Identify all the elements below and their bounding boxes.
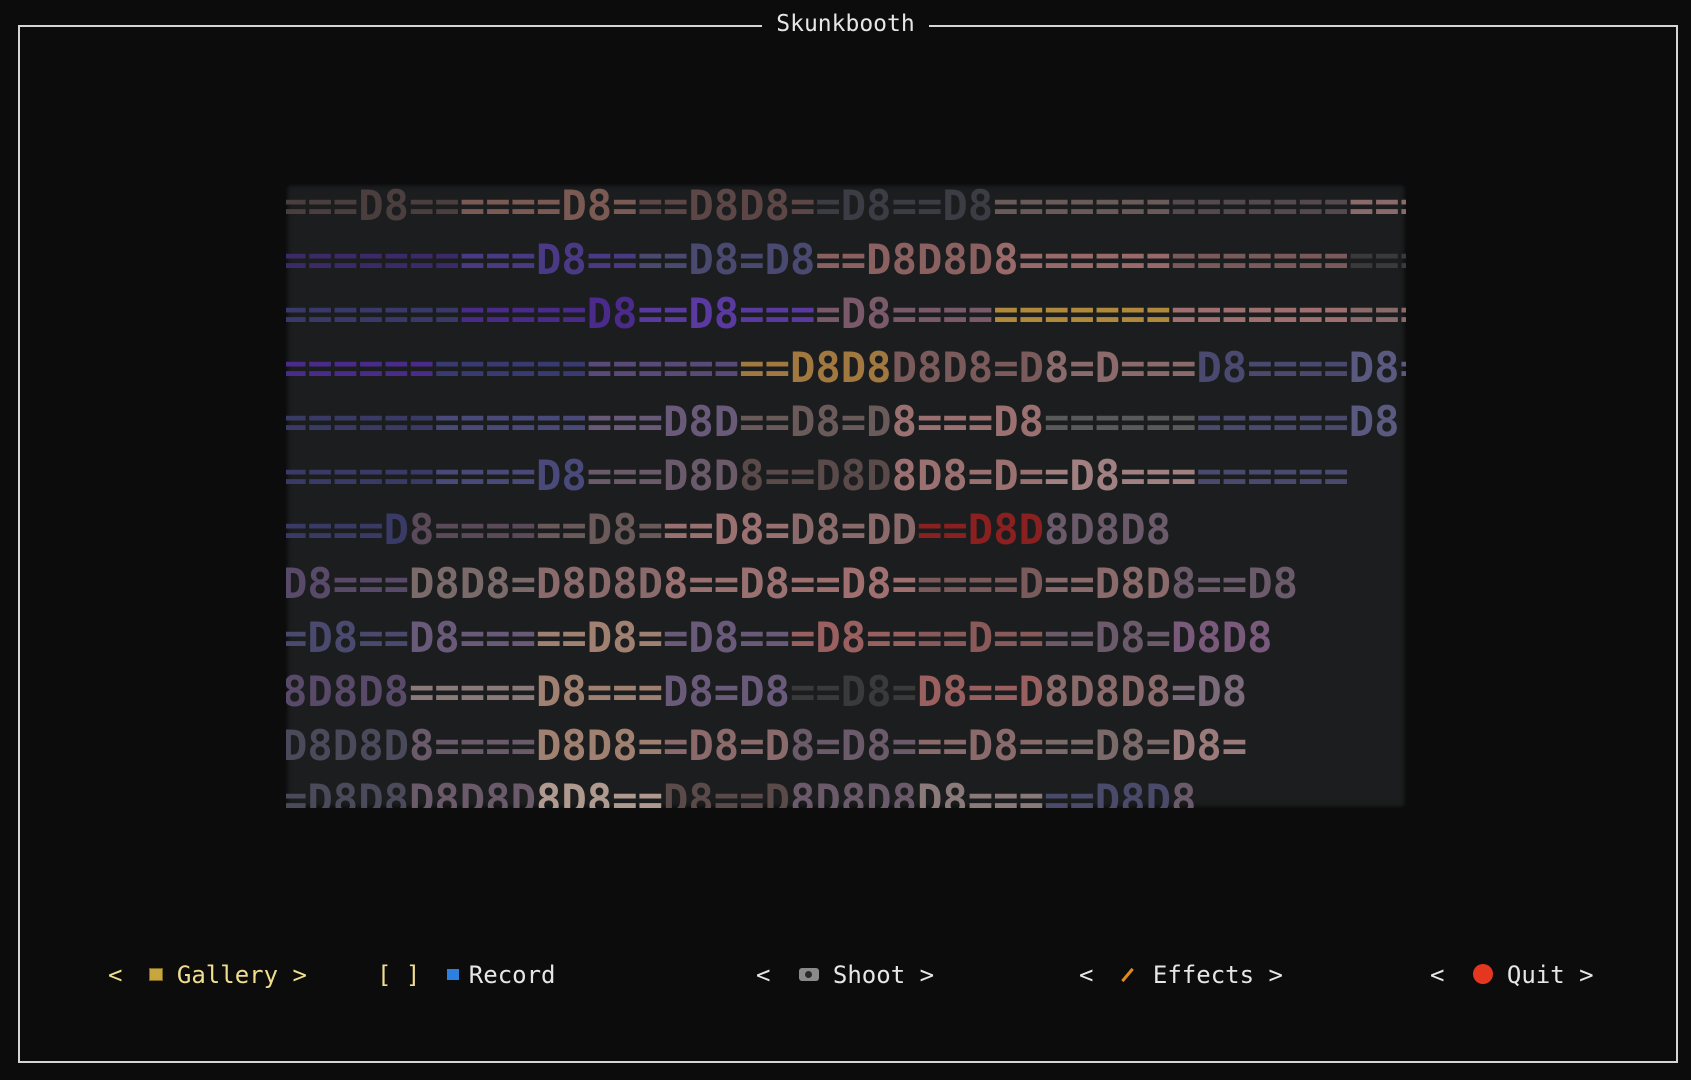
ascii-row: 8D8D8=====D8===D8=D8==D8=D8==D8D8D8=D8 [286,667,1247,716]
effects-open-bracket: < [1079,961,1108,989]
ascii-row: ===D8======D8===D8D8==D8==D8============… [286,184,1406,230]
shoot-open-bracket: < [756,961,785,989]
ascii-row: ====D8======D8===D8=D8=DD==D8D8D8D8 [286,505,1171,554]
effects-close-bracket: > [1254,961,1283,989]
quit-close-bracket: > [1564,961,1594,989]
gallery-label: Gallery [176,961,279,989]
record-button[interactable]: [ ] Record [377,958,556,992]
ascii-row: D8===D8D8=D8D8D8==D8==D8=====D==D8D8==D8 [286,559,1298,608]
ascii-row: ===============D8D==D8=D8===D8==========… [286,397,1400,446]
toolbar: < Gallery > [ ] Record < Shoot > < Effec… [0,958,1691,992]
ascii-camera-feed: ===D8======D8===D8D8==D8==D8============… [286,184,1406,808]
gallery-icon [148,967,163,981]
camera-icon [798,967,819,981]
gallery-close-bracket: > [278,961,307,989]
shoot-close-bracket: > [905,961,935,989]
record-checkbox[interactable]: [ ] [377,961,435,989]
effects-button[interactable]: < Effects > [1079,958,1283,992]
ascii-row: =D8==D8=====D8==D8===D8====D====D8=D8D8 [286,613,1273,662]
record-icon [446,968,459,980]
ascii-row: ====================D8D8D8D8=D8=D===D8==… [286,343,1406,392]
title-bar: Skunkbooth [0,10,1691,38]
ascii-row: ==========D8====D8=D8==D8D8D8===========… [286,235,1406,284]
window-title: Skunkbooth [762,10,929,38]
record-label: Record [468,961,556,989]
ascii-row: ==========D8===D8D8==D8D8D8=D==D8=======… [286,451,1349,500]
gallery-open-bracket: < [108,961,137,989]
quit-button[interactable]: < Quit > [1430,958,1594,992]
quit-label: Quit [1506,961,1565,989]
quit-open-bracket: < [1430,961,1459,989]
effects-label: Effects [1152,961,1255,989]
camera-preview: ===D8======D8===D8D8==D8==D8============… [286,184,1406,808]
shoot-label: Shoot [832,961,906,989]
ascii-row: =D8D8D8D8D8D8==D8==D8D8D8D8=====D8D8 [286,775,1196,808]
magic-wand-icon [1121,967,1134,983]
red-circle-icon [1472,964,1493,984]
ascii-row: D8D8D8====D8D8==D8=D8=D8===D8===D8=D8= [286,721,1247,770]
shoot-button[interactable]: < Shoot > [756,958,934,992]
gallery-button[interactable]: < Gallery > [108,958,307,992]
ascii-row: ============D8==D8====D8================… [286,289,1406,338]
